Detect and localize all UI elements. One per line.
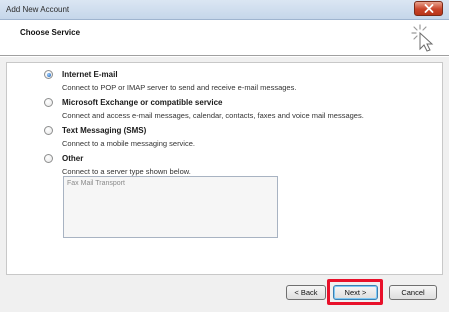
wizard-cursor-icon — [411, 24, 434, 52]
close-button[interactable] — [414, 1, 443, 16]
option-label: Text Messaging (SMS) — [62, 126, 147, 135]
radio-sms[interactable] — [44, 126, 53, 135]
title-bar: Add New Account — [0, 0, 449, 20]
option-label: Internet E-mail — [62, 70, 118, 79]
option-description: Connect to POP or IMAP server to send an… — [62, 83, 297, 92]
next-button-highlight — [327, 279, 383, 305]
page-title: Choose Service — [20, 28, 81, 37]
radio-other[interactable] — [44, 154, 53, 163]
header-panel: Choose Service — [0, 20, 449, 56]
radio-exchange[interactable] — [44, 98, 53, 107]
radio-internet-email[interactable] — [44, 70, 53, 79]
option-description: Connect and access e-mail messages, cale… — [62, 111, 364, 120]
window-title: Add New Account — [6, 5, 70, 14]
back-button[interactable]: < Back — [286, 285, 326, 300]
option-description: Connect to a mobile messaging service. — [62, 139, 195, 148]
server-type-list[interactable]: Fax Mail Transport — [63, 176, 278, 238]
list-item[interactable]: Fax Mail Transport — [67, 180, 125, 187]
cancel-button[interactable]: Cancel — [389, 285, 437, 300]
close-icon — [424, 4, 433, 13]
option-description: Connect to a server type shown below. — [62, 167, 191, 176]
option-label: Microsoft Exchange or compatible service — [62, 98, 223, 107]
option-label: Other — [62, 154, 84, 163]
